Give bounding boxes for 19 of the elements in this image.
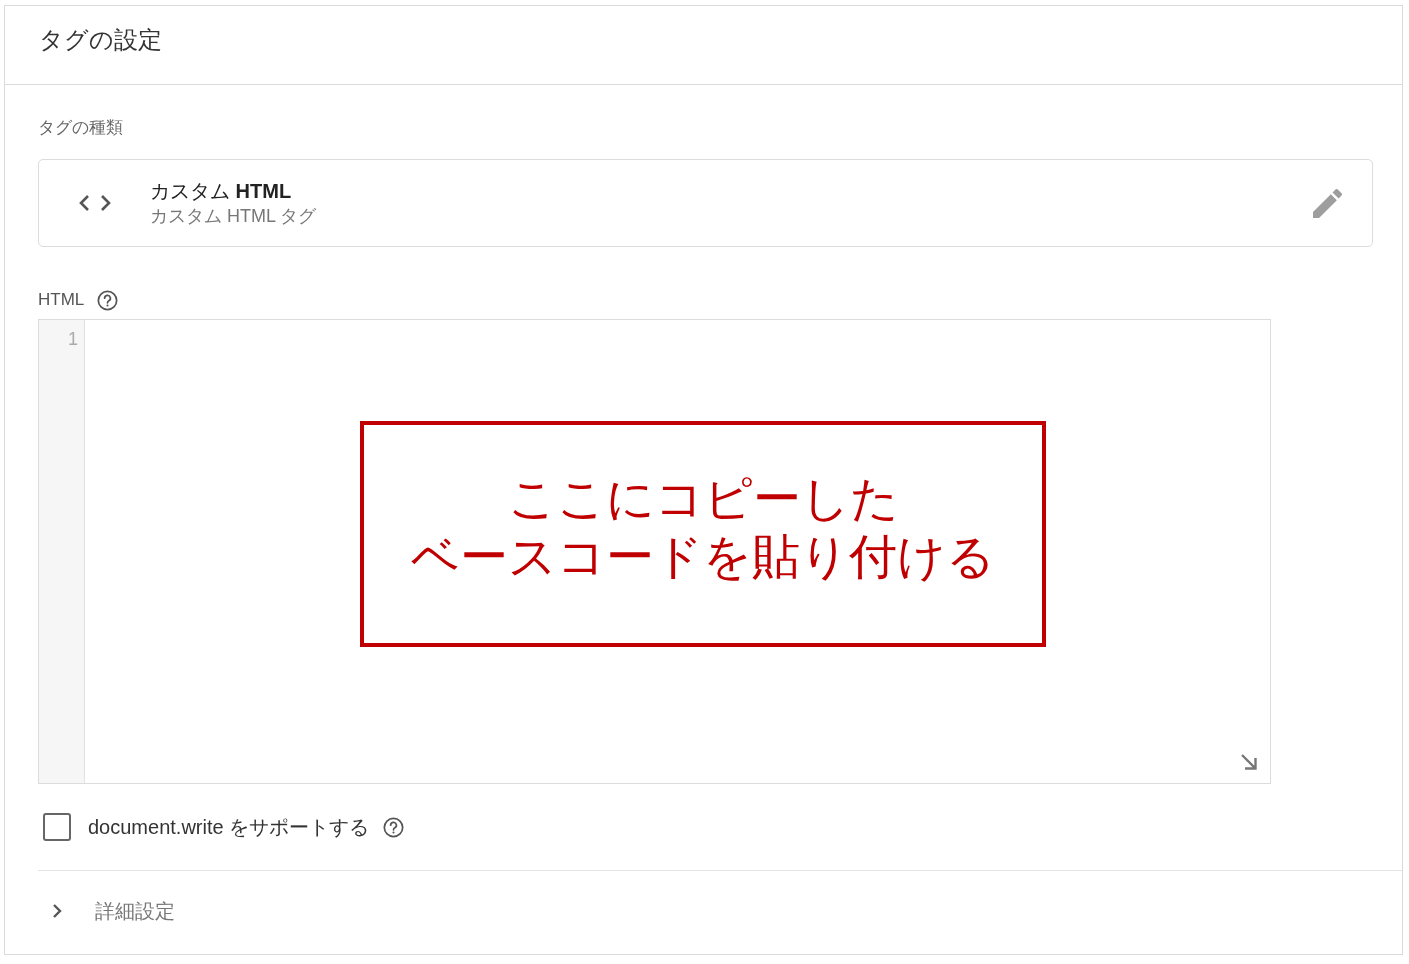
- advanced-settings-toggle[interactable]: 詳細設定: [95, 897, 175, 925]
- html-label: HTML: [38, 290, 85, 310]
- annotation-text: ここにコピーした: [507, 471, 899, 527]
- diagonal-arrow-icon[interactable]: [1240, 753, 1258, 771]
- pencil-icon[interactable]: [1313, 188, 1342, 218]
- help-icon[interactable]: [97, 289, 119, 311]
- annotation-text: ベースコードを貼り付ける: [411, 529, 995, 585]
- tag-type-label: タグの種類: [38, 118, 123, 138]
- tag-type-card[interactable]: カスタム HTML カスタム HTML タグ: [38, 159, 1373, 247]
- tag-type-name: カスタム HTML: [150, 179, 292, 204]
- code-editor-field[interactable]: 1 ここにコピーした ベースコードを貼り付ける: [38, 319, 1271, 784]
- checkbox-label[interactable]: document.write をサポートする: [88, 813, 370, 841]
- line-number: 1: [68, 328, 78, 350]
- checkbox[interactable]: [43, 813, 71, 841]
- chevron-right-icon[interactable]: [52, 903, 62, 919]
- panel-title: タグの設定: [39, 25, 162, 55]
- tag-type-description: カスタム HTML タグ: [150, 205, 317, 228]
- help-icon[interactable]: [383, 816, 405, 838]
- code-brackets-icon: [79, 194, 111, 212]
